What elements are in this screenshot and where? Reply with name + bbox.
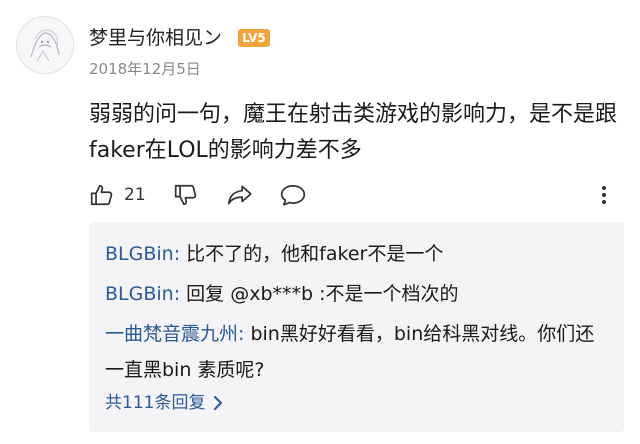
more-vertical-icon <box>602 186 606 204</box>
share-button[interactable] <box>226 180 254 210</box>
reply-text: 回复 @xb***b :不是一个档次的 <box>186 283 459 305</box>
reply-item[interactable]: 一曲梵音震九州: bin黑好好看看，bin给科黑对线。你们还一直黑bin 素质呢… <box>105 316 610 388</box>
username[interactable]: 梦里与你相见ン <box>89 25 222 51</box>
reply-author[interactable]: 一曲梵音震九州 <box>105 323 238 345</box>
view-all-replies-link[interactable]: 共111条回复 <box>105 390 223 416</box>
share-icon <box>227 185 252 205</box>
replies-box: BLGBin: 比不了的，他和faker不是一个 BLGBin: 回复 @xb*… <box>89 222 624 432</box>
more-options-button[interactable] <box>599 180 609 210</box>
reply-item[interactable]: BLGBin: 回复 @xb***b :不是一个档次的 <box>105 276 610 312</box>
comment-date: 2018年12月5日 <box>89 60 201 78</box>
comment-button[interactable] <box>279 180 307 210</box>
view-all-replies-label: 共111条回复 <box>105 393 206 413</box>
reply-separator: : <box>238 323 251 345</box>
reply-separator: : <box>173 243 187 265</box>
dislike-button[interactable] <box>173 180 199 210</box>
reply-item[interactable]: BLGBin: 比不了的，他和faker不是一个 <box>105 236 610 272</box>
like-button[interactable]: 21 <box>89 180 146 210</box>
reply-author[interactable]: BLGBin <box>105 283 174 305</box>
action-bar: 21 <box>89 180 629 210</box>
level-badge: LV5 <box>238 29 270 47</box>
thumbs-up-icon <box>90 184 113 206</box>
thumbs-down-icon <box>174 184 197 206</box>
chevron-right-icon <box>214 396 223 410</box>
reply-separator: : <box>173 283 187 305</box>
comment-icon <box>280 184 306 206</box>
comment-text: 弱弱的问一句，魔王在射击类游戏的影响力，是不是跟faker在LOL的影响力差不多 <box>89 102 618 163</box>
reply-text: 比不了的，他和faker不是一个 <box>186 243 444 265</box>
avatar[interactable] <box>16 16 74 74</box>
reply-author[interactable]: BLGBin <box>105 243 174 265</box>
avatar-illustration <box>17 17 73 73</box>
like-count: 21 <box>124 185 146 205</box>
